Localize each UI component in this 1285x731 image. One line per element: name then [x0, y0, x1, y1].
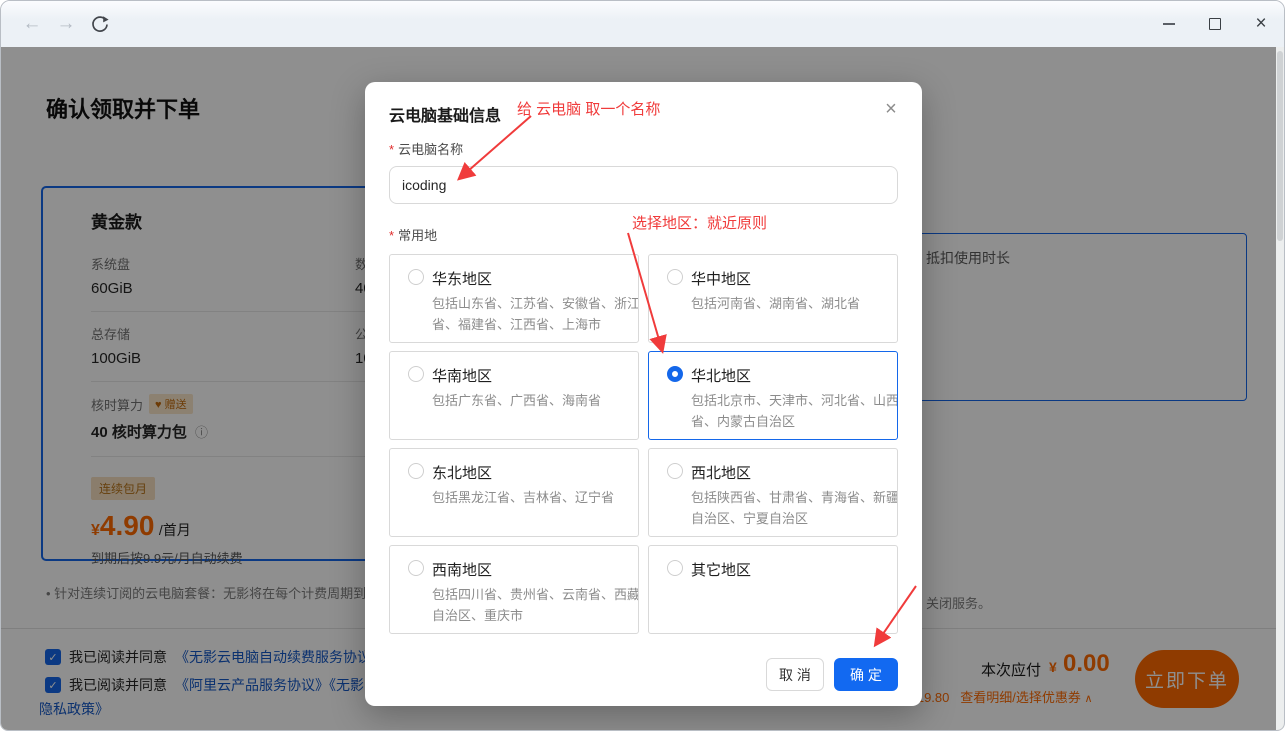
- annotation-name-tip: 给 云电脑 取一个名称: [517, 98, 660, 119]
- region-name: 东北地区: [432, 462, 639, 483]
- region-grid: 华东地区 包括山东省、江苏省、安徽省、浙江省、福建省、江西省、上海市 华中地区 …: [389, 254, 898, 634]
- region-body: 其它地区: [691, 559, 751, 580]
- region-name: 华东地区: [432, 268, 639, 289]
- cloud-pc-name-input[interactable]: [389, 166, 898, 204]
- required-mark: *: [389, 228, 394, 243]
- close-dialog-icon[interactable]: ×: [878, 96, 904, 122]
- region-desc: 包括四川省、贵州省、云南省、西藏自治区、重庆市: [432, 584, 639, 627]
- region-body: 华中地区 包括河南省、湖南省、湖北省: [691, 268, 898, 314]
- region-body: 华南地区 包括广东省、广西省、海南省: [432, 365, 639, 411]
- region-option[interactable]: 其它地区: [648, 545, 898, 634]
- region-option[interactable]: 华南地区 包括广东省、广西省、海南省: [389, 351, 639, 440]
- confirm-button[interactable]: 确 定: [834, 658, 898, 691]
- radio-icon[interactable]: [408, 560, 424, 576]
- radio-icon[interactable]: [667, 463, 683, 479]
- radio-icon[interactable]: [667, 269, 683, 285]
- region-desc: 包括黑龙江省、吉林省、辽宁省: [432, 487, 639, 508]
- region-desc: 包括广东省、广西省、海南省: [432, 390, 639, 411]
- region-option[interactable]: 华北地区 包括北京市、天津市、河北省、山西省、内蒙古自治区: [648, 351, 898, 440]
- region-name: 华南地区: [432, 365, 639, 386]
- radio-icon[interactable]: [667, 560, 683, 576]
- region-name: 西南地区: [432, 559, 639, 580]
- minimize-icon: [1163, 23, 1175, 25]
- region-desc: 包括河南省、湖南省、湖北省: [691, 293, 898, 314]
- name-field-label: *云电脑名称: [389, 139, 898, 158]
- region-body: 西南地区 包括四川省、贵州省、云南省、西藏自治区、重庆市: [432, 559, 639, 627]
- region-name: 华中地区: [691, 268, 898, 289]
- region-body: 东北地区 包括黑龙江省、吉林省、辽宁省: [432, 462, 639, 508]
- region-body: 华北地区 包括北京市、天津市、河北省、山西省、内蒙古自治区: [691, 365, 898, 433]
- region-option[interactable]: 西北地区 包括陕西省、甘肃省、青海省、新疆自治区、宁夏自治区: [648, 448, 898, 537]
- browser-window: ← → × 确认领取并下单 黄金款 系统盘 60GiB 总存储 100GiB: [0, 0, 1285, 731]
- dialog-footer: 取 消 确 定: [389, 658, 898, 691]
- radio-icon[interactable]: [408, 269, 424, 285]
- window-controls: ×: [1146, 1, 1284, 47]
- back-icon[interactable]: ←: [15, 13, 49, 35]
- forward-icon[interactable]: →: [49, 13, 83, 35]
- region-name: 华北地区: [691, 365, 898, 386]
- radio-icon[interactable]: [667, 366, 683, 382]
- region-name: 西北地区: [691, 462, 898, 483]
- maximize-icon: [1209, 18, 1221, 30]
- maximize-button[interactable]: [1192, 1, 1238, 47]
- radio-icon[interactable]: [408, 463, 424, 479]
- required-mark: *: [389, 142, 394, 157]
- scrollbar-thumb[interactable]: [1277, 51, 1283, 241]
- region-option[interactable]: 华中地区 包括河南省、湖南省、湖北省: [648, 254, 898, 343]
- close-window-button[interactable]: ×: [1238, 1, 1284, 47]
- region-option[interactable]: 西南地区 包括四川省、贵州省、云南省、西藏自治区、重庆市: [389, 545, 639, 634]
- cloud-pc-info-dialog: 云电脑基础信息 × 给 云电脑 取一个名称 选择地区：就近原则 *云电脑名称 *…: [365, 82, 922, 706]
- annotation-region-tip: 选择地区：就近原则: [632, 212, 767, 233]
- region-desc: 包括陕西省、甘肃省、青海省、新疆自治区、宁夏自治区: [691, 487, 898, 530]
- minimize-button[interactable]: [1146, 1, 1192, 47]
- cancel-button[interactable]: 取 消: [766, 658, 824, 691]
- reload-glyph: [90, 14, 110, 34]
- page-scrollbar[interactable]: [1276, 47, 1284, 730]
- region-body: 西北地区 包括陕西省、甘肃省、青海省、新疆自治区、宁夏自治区: [691, 462, 898, 530]
- region-name: 其它地区: [691, 559, 751, 580]
- region-desc: 包括山东省、江苏省、安徽省、浙江省、福建省、江西省、上海市: [432, 293, 639, 336]
- radio-icon[interactable]: [408, 366, 424, 382]
- reload-icon[interactable]: [83, 14, 117, 34]
- region-option[interactable]: 东北地区 包括黑龙江省、吉林省、辽宁省: [389, 448, 639, 537]
- region-body: 华东地区 包括山东省、江苏省、安徽省、浙江省、福建省、江西省、上海市: [432, 268, 639, 336]
- region-desc: 包括北京市、天津市、河北省、山西省、内蒙古自治区: [691, 390, 898, 433]
- region-option[interactable]: 华东地区 包括山东省、江苏省、安徽省、浙江省、福建省、江西省、上海市: [389, 254, 639, 343]
- browser-toolbar: ← → ×: [1, 1, 1284, 47]
